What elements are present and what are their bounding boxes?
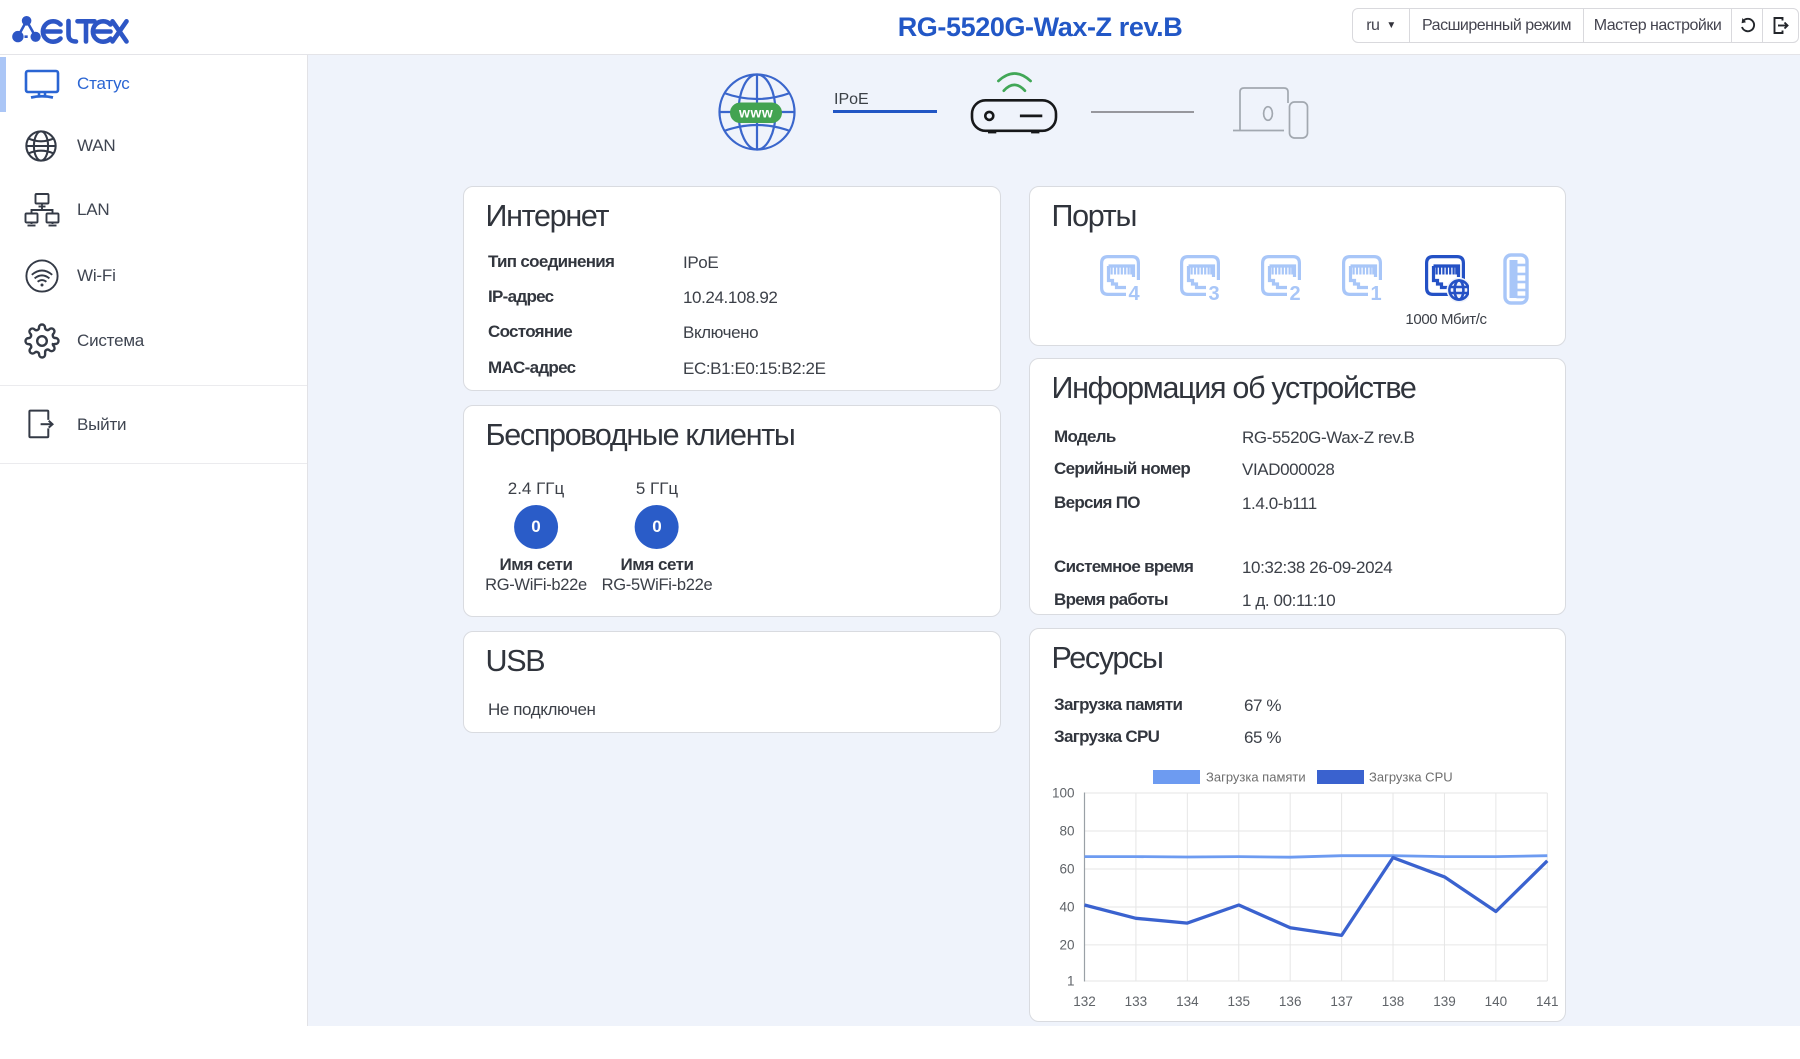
svg-text:140: 140: [1485, 994, 1508, 1009]
svg-text:Загрузка CPU: Загрузка CPU: [1369, 770, 1453, 785]
svg-text:2: 2: [1289, 283, 1300, 303]
svg-text:137: 137: [1330, 994, 1353, 1009]
svg-text:4: 4: [1128, 283, 1140, 303]
svg-text:3: 3: [1208, 283, 1219, 303]
svg-text:20: 20: [1059, 937, 1074, 952]
svg-text:40: 40: [1059, 899, 1074, 914]
svg-text:60: 60: [1059, 861, 1074, 876]
svg-text:138: 138: [1382, 994, 1405, 1009]
svg-text:132: 132: [1073, 994, 1096, 1009]
svg-text:135: 135: [1228, 994, 1251, 1009]
svg-text:Загрузка памяти: Загрузка памяти: [1206, 770, 1306, 785]
svg-text:80: 80: [1059, 823, 1074, 838]
svg-text:139: 139: [1433, 994, 1456, 1009]
svg-text:134: 134: [1176, 994, 1199, 1009]
svg-text:133: 133: [1125, 994, 1148, 1009]
svg-text:100: 100: [1052, 786, 1075, 801]
svg-text:1: 1: [1370, 283, 1381, 303]
svg-text:www: www: [738, 104, 773, 120]
svg-text:1: 1: [1067, 974, 1075, 989]
svg-text:136: 136: [1279, 994, 1302, 1009]
svg-text:141: 141: [1536, 994, 1559, 1009]
